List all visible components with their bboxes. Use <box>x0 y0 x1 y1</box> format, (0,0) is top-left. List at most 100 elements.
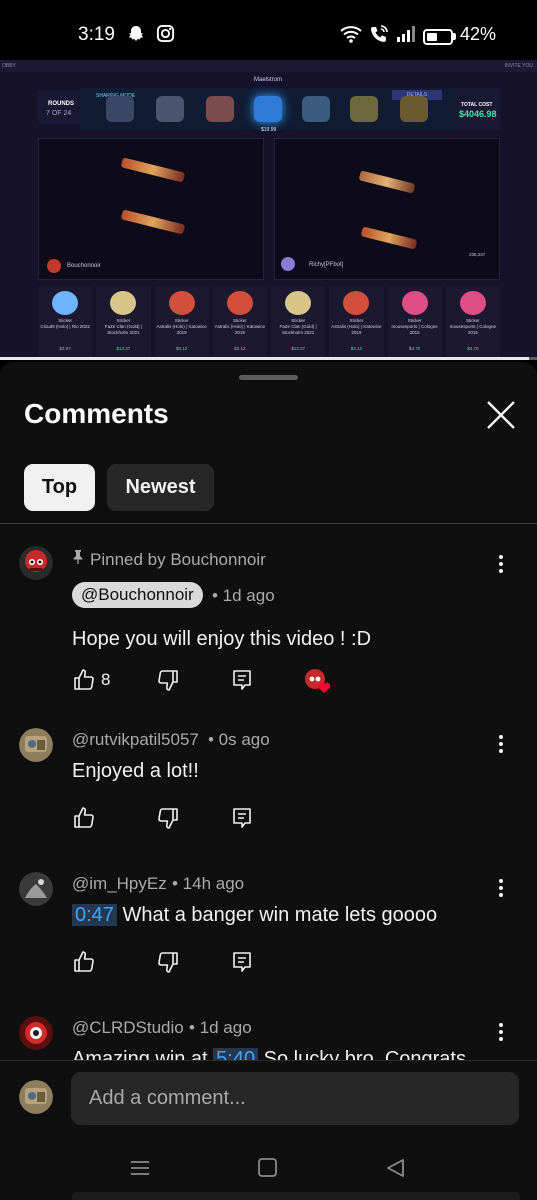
avatar[interactable] <box>19 872 53 906</box>
avatar[interactable] <box>19 728 53 762</box>
recents-button[interactable] <box>126 1154 154 1182</box>
dislike-button[interactable] <box>156 668 180 692</box>
comment-author[interactable]: @rutvikpatil5057 <box>72 730 199 750</box>
add-comment-input[interactable] <box>71 1072 519 1125</box>
pin-icon <box>72 549 84 570</box>
home-button[interactable] <box>254 1154 282 1182</box>
creator-heart-badge <box>304 668 332 694</box>
thumbs-up-icon <box>74 951 94 972</box>
comment-timestamp-link[interactable]: 0:47 <box>72 904 117 926</box>
thumbs-up-icon <box>74 669 94 690</box>
status-bar: 3:19 42% <box>0 0 537 60</box>
comment-more-button[interactable] <box>492 876 510 900</box>
thumbs-down-icon <box>158 808 178 829</box>
video-item-name: Sticker Astralis (Holo) | Katowice 2019 <box>213 318 267 336</box>
comments-list[interactable]: Pinned by Bouchonnoir @Bouchonnoir • 1d … <box>0 524 537 1060</box>
filter-newest-chip[interactable]: Newest <box>107 464 214 511</box>
dislike-button[interactable] <box>156 806 180 830</box>
video-skin-image <box>120 157 186 183</box>
comment-author[interactable]: @CLRDStudio <box>72 1018 184 1038</box>
more-vert-icon <box>499 735 503 753</box>
sticker-image <box>401 291 428 315</box>
thumbs-down-icon <box>158 952 178 973</box>
system-nav-bar <box>0 1140 537 1200</box>
comment-text-after: So lucky bro. Congrats <box>258 1048 466 1060</box>
avatar[interactable] <box>19 1016 53 1050</box>
reply-icon <box>233 808 251 828</box>
video-item-title: FaZe Clan (Gold) | Stockholm 2021 <box>279 324 317 335</box>
video-total-value: $4046.98 <box>459 109 497 119</box>
reply-button[interactable] <box>230 806 254 830</box>
video-item-title: FaZe Clan (Gold) | Stockholm 2021 <box>104 324 142 335</box>
close-icon <box>487 401 515 429</box>
comment-actions <box>72 806 272 832</box>
video-case-image <box>350 96 378 122</box>
filter-top-chip[interactable]: Top <box>24 464 95 511</box>
sticker-image <box>459 291 486 315</box>
video-item-type: Sticker <box>174 318 189 323</box>
video-left-panel: Bouchonnoir <box>38 138 264 280</box>
video-item-price: $13.37 <box>291 346 305 351</box>
video-item-card: Sticker Cloud9 (Holo) | Rio 2022 $3.97 <box>38 286 93 358</box>
sheet-title: Comments <box>24 398 169 429</box>
video-progress-fill <box>0 357 529 360</box>
video-item-card: Sticker FaZe Clan (Gold) | Stockholm 2021… <box>96 286 151 358</box>
reply-icon <box>233 670 251 690</box>
video-item-title: Astralis (Holo) | Katowice 2019 <box>214 324 265 335</box>
reply-button[interactable] <box>230 950 254 974</box>
comment-timestamp-link[interactable]: 5:40 <box>213 1048 259 1060</box>
comment-more-button[interactable] <box>492 552 510 576</box>
back-triangle-icon <box>387 1159 404 1177</box>
like-button[interactable] <box>72 668 96 692</box>
comment-text-before: Amazing win at <box>72 1048 214 1060</box>
video-item-title: mousesports | Cologne 2015 <box>391 324 438 335</box>
video-skin-image <box>360 226 418 250</box>
sticker-image <box>52 291 79 315</box>
close-button[interactable] <box>484 398 518 432</box>
comment-more-button[interactable] <box>492 1020 510 1044</box>
video-item-type: Sticker <box>232 318 247 323</box>
like-button[interactable] <box>72 950 96 974</box>
like-button[interactable] <box>72 806 96 830</box>
comment-text: Hope you will enjoy this video ! :D <box>72 628 372 650</box>
dislike-button[interactable] <box>156 950 180 974</box>
my-avatar <box>19 1080 53 1114</box>
comment-actions: 8 <box>72 668 352 694</box>
comment-author[interactable]: @im_HpyEz <box>72 874 167 894</box>
drag-handle[interactable] <box>239 375 298 380</box>
comment-text: Enjoyed a lot!! <box>72 760 199 782</box>
video-rounds-box <box>38 90 80 124</box>
thumbs-up-icon <box>74 807 94 828</box>
video-player-avatar <box>281 257 295 271</box>
avatar[interactable] <box>19 546 53 580</box>
pinned-text: Pinned by Bouchonnoir <box>90 550 266 569</box>
signal-icon <box>396 26 416 47</box>
video-case-image <box>106 96 134 122</box>
video-item-price: $3.97 <box>59 346 71 351</box>
video-item-type: Sticker <box>349 318 364 323</box>
comment-text: 0:47 What a banger win mate lets goooo <box>72 904 437 927</box>
snapchat-icon <box>126 24 146 49</box>
reply-button[interactable] <box>230 668 254 692</box>
video-progress-bar[interactable] <box>0 357 537 360</box>
video-item-title: mousesports | Cologne 2015 <box>449 324 496 335</box>
comment-author-chip[interactable]: @Bouchonnoir <box>72 582 203 608</box>
video-item-type: Sticker <box>407 318 422 323</box>
video-top-strip: OBBY INVITE YOU <box>0 60 537 72</box>
video-item-type: Sticker <box>465 318 480 323</box>
back-button[interactable] <box>382 1154 410 1182</box>
wifi-icon <box>340 25 362 48</box>
comment-more-button[interactable] <box>492 732 510 756</box>
video-case-image <box>302 96 330 122</box>
video-item-name: Sticker Astralis (Holo) | Katowice 2019 <box>329 318 383 336</box>
video-skin-image <box>120 209 186 235</box>
video-player[interactable]: OBBY INVITE YOU Maelstrom ROUNDS 7 OF 24… <box>0 60 537 360</box>
comment-meta: • 14h ago <box>172 874 245 893</box>
like-count: 8 <box>101 670 111 689</box>
video-skin-image <box>358 170 416 194</box>
video-item-card: Sticker Astralis (Holo) | Katowice 2019 $3… <box>329 286 384 358</box>
comment-meta: • 0s ago <box>208 730 270 749</box>
video-case-image <box>206 96 234 122</box>
video-case-title: Maelstrom <box>254 77 283 83</box>
video-item-card: Sticker Astralis (Holo) | Katowice 2019 $3… <box>154 286 209 358</box>
